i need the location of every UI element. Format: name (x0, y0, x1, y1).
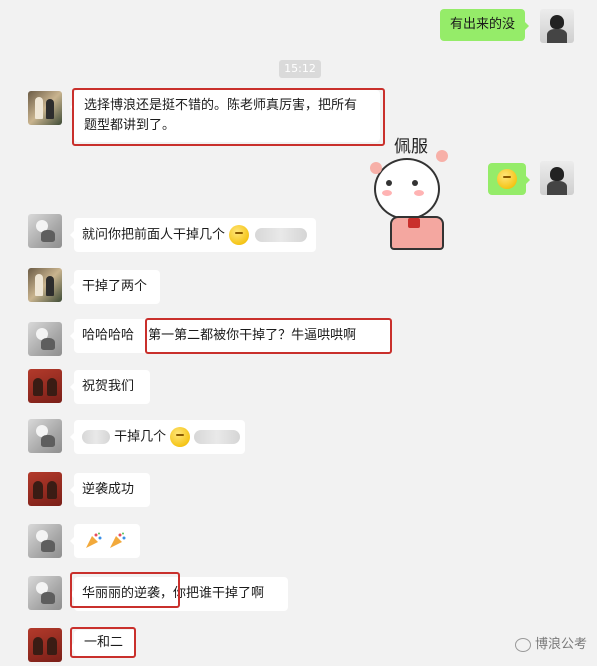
contact-avatar[interactable] (28, 472, 62, 506)
contact-avatar[interactable] (28, 524, 62, 558)
received-message-bubble[interactable]: 干掉了两个 (70, 270, 160, 304)
blurred-text (194, 430, 241, 444)
sticker-eye-icon (412, 180, 418, 186)
contact-avatar[interactable] (28, 419, 62, 453)
received-message-bubble[interactable]: 就问你把前面人干掉几个 (70, 218, 316, 252)
sticker-peifu[interactable]: 佩服 (370, 132, 460, 250)
contact-avatar[interactable] (28, 369, 62, 403)
tongue-out-emoji-icon (497, 169, 517, 189)
watermark: 博浪公考 (514, 633, 587, 652)
sent-emoji-bubble[interactable] (488, 163, 530, 195)
sticker-blush-icon (382, 190, 392, 196)
sticker-caption: 佩服 (394, 137, 428, 157)
highlight-box (70, 627, 136, 658)
highlight-box (70, 572, 180, 608)
contact-avatar[interactable] (28, 268, 62, 302)
thinking-emoji-icon (229, 225, 250, 245)
contact-avatar[interactable] (28, 576, 62, 610)
party-popper-icon (108, 532, 126, 550)
contact-avatar[interactable] (28, 91, 62, 125)
sticker-eye-icon (386, 180, 392, 186)
contact-avatar[interactable] (28, 628, 62, 662)
contact-avatar[interactable] (28, 214, 62, 248)
my-avatar[interactable] (540, 9, 574, 43)
message-text: 逆袭成功 (82, 482, 135, 497)
received-message-bubble[interactable]: 逆袭成功 (70, 473, 150, 507)
received-message-bubble[interactable]: 祝贺我们 (70, 370, 150, 404)
message-text: 干掉了两个 (82, 279, 148, 294)
sent-message-bubble[interactable]: 有出来的没 (440, 9, 530, 41)
contact-avatar[interactable] (28, 322, 62, 356)
message-text: 哈哈哈哈 (82, 328, 135, 343)
sticker-bow-icon (408, 218, 420, 228)
blurred-text (82, 430, 110, 444)
message-text: 就问你把前面人干掉几个 (82, 227, 226, 243)
watermark-text: 博浪公考 (534, 637, 587, 652)
highlight-box (145, 318, 392, 354)
sticker-blush-icon (414, 190, 424, 196)
highlight-box (72, 88, 385, 146)
received-message-bubble[interactable]: 干掉几个 (70, 420, 245, 454)
timestamp-pill: 15:12 (279, 60, 321, 78)
blurred-text (255, 228, 308, 242)
sticker-flower-icon (436, 150, 448, 162)
sticker-flower-icon (370, 162, 382, 174)
received-emoji-bubble[interactable] (70, 524, 140, 558)
thinking-emoji-icon (170, 427, 191, 447)
message-text: 有出来的没 (450, 17, 516, 32)
wechat-official-account-icon (514, 637, 531, 652)
sticker-face-icon (374, 158, 440, 220)
message-text: 干掉几个 (114, 429, 167, 445)
my-avatar[interactable] (540, 161, 574, 195)
party-popper-icon (84, 532, 102, 550)
message-text: 祝贺我们 (82, 379, 135, 394)
